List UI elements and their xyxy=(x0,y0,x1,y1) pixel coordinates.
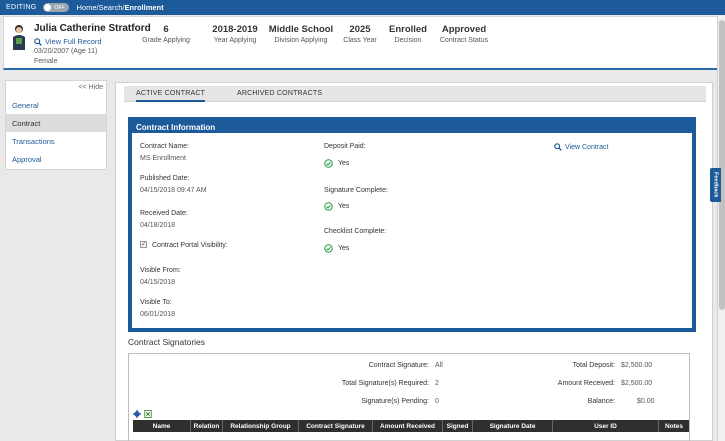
visible-to-label: Visible To: xyxy=(140,299,172,306)
tab-archived-contracts[interactable]: ARCHIVED CONTRACTS xyxy=(237,90,322,97)
stat-class-year: 2025 Class Year xyxy=(343,24,377,44)
view-full-record-label: View Full Record xyxy=(45,37,102,46)
column-header[interactable]: Signature Date xyxy=(473,420,553,432)
column-header[interactable]: Contract Signature xyxy=(299,420,373,432)
balance-value: $0.00 xyxy=(637,398,655,405)
contract-signatories-title: Contract Signatories xyxy=(128,337,206,347)
column-header[interactable]: Signed xyxy=(443,420,473,432)
tab-active-contract[interactable]: ACTIVE CONTRACT xyxy=(136,90,206,102)
hide-sidebar-button[interactable]: << Hide xyxy=(78,84,103,91)
checklist-complete-label: Checklist Complete: xyxy=(324,228,387,235)
contract-signature-label: Contract Signature: xyxy=(368,362,429,369)
search-icon xyxy=(34,37,42,46)
sidebar-item-approval[interactable]: Approval xyxy=(6,150,106,168)
stat-grade: 6 Grade Applying xyxy=(142,24,190,44)
view-contract-label: View Contract xyxy=(565,143,609,151)
portal-visibility-checkbox[interactable]: ✓ xyxy=(140,241,147,248)
deposit-paid-value: Yes xyxy=(338,160,350,167)
contract-signature-value: All xyxy=(435,362,443,369)
sidebar-item-general[interactable]: General xyxy=(6,96,106,114)
breadcrumb-home[interactable]: Home xyxy=(77,3,97,12)
column-header[interactable]: Name xyxy=(133,420,191,432)
breadcrumb-current: Enrollment xyxy=(124,3,164,12)
search-icon xyxy=(554,143,562,151)
breadcrumb: Home/Search/Enrollment xyxy=(76,3,164,12)
deposit-check-icon xyxy=(324,159,333,168)
feedback-tab[interactable]: Feedback xyxy=(710,168,721,202)
toggle-knob xyxy=(43,4,51,11)
top-bar: EDITING OFF Home/Search/Enrollment xyxy=(0,0,725,15)
amount-received-value: $2,500.00 xyxy=(621,380,653,387)
view-full-record-link[interactable]: View Full Record xyxy=(34,37,102,46)
total-signatures-required-value: 2 xyxy=(435,380,439,387)
column-header[interactable]: User ID xyxy=(553,420,659,432)
contract-information-header: Contract Information xyxy=(132,121,692,133)
published-date-label: Published Date: xyxy=(140,175,190,182)
checklist-complete-value: Yes xyxy=(338,245,350,252)
student-avatar xyxy=(13,25,25,50)
student-header: Julia Catherine Stratford View Full Reco… xyxy=(3,16,718,70)
view-contract-link[interactable]: View Contract xyxy=(554,143,608,151)
contract-information-panel: Contract Information Contract Name: MS E… xyxy=(128,117,696,332)
column-header[interactable]: Relation xyxy=(191,420,223,432)
contract-signatories-panel: Contract Signature: All Total Signature(… xyxy=(128,353,690,441)
sidebar-item-transactions[interactable]: Transactions xyxy=(6,132,106,150)
column-header[interactable]: Amount Received xyxy=(373,420,443,432)
stat-contract-status: Approved Contract Status xyxy=(439,24,489,44)
visible-from-value: 04/15/2018 xyxy=(140,279,176,286)
main-panel: ACTIVE CONTRACT ARCHIVED CONTRACTS Contr… xyxy=(115,82,713,441)
signatures-pending-label: Signature(s) Pending: xyxy=(361,398,429,405)
scrollbar-thumb[interactable] xyxy=(719,20,725,310)
balance-label: Balance: xyxy=(587,398,615,405)
editing-toggle[interactable]: OFF xyxy=(42,3,69,12)
contract-tabs: ACTIVE CONTRACT ARCHIVED CONTRACTS xyxy=(124,86,706,102)
gear-icon[interactable] xyxy=(133,410,141,418)
total-deposit-label: Total Deposit: xyxy=(572,362,615,369)
signatories-table-header: Name Relation Relationship Group Contrac… xyxy=(133,420,689,432)
signature-complete-value: Yes xyxy=(338,203,350,210)
breadcrumb-search[interactable]: Search xyxy=(99,3,123,12)
signatures-pending-value: 0 xyxy=(435,398,439,405)
contract-name-label: Contract Name: xyxy=(140,143,190,150)
published-date-value: 04/15/2018 09:47 AM xyxy=(140,187,207,194)
column-header[interactable]: Relationship Group xyxy=(223,420,299,432)
visible-to-value: 06/01/2018 xyxy=(140,311,176,318)
stat-division: Middle School Division Applying xyxy=(268,24,334,44)
signature-check-icon xyxy=(324,202,333,211)
amount-received-label: Amount Received: xyxy=(557,380,615,387)
toggle-label: OFF xyxy=(54,4,65,11)
contract-name-value: MS Enrollment xyxy=(140,155,186,162)
page-scrollbar[interactable] xyxy=(717,16,725,441)
portal-visibility-label: Contract Portal Visibility: xyxy=(152,242,228,249)
student-name: Julia Catherine Stratford xyxy=(34,23,151,34)
excel-export-icon[interactable] xyxy=(144,410,152,418)
signature-complete-label: Signature Complete: xyxy=(324,187,388,194)
student-dob: 03/20/2007 (Age 11) xyxy=(34,48,98,55)
sidebar-item-contract[interactable]: Contract xyxy=(6,114,106,132)
received-date-value: 04/18/2018 xyxy=(140,222,176,229)
visible-from-label: Visible From: xyxy=(140,267,181,274)
sidebar: << Hide General Contract Transactions Ap… xyxy=(5,80,107,170)
column-header[interactable]: Notes xyxy=(659,420,689,432)
editing-label: EDITING xyxy=(6,4,37,11)
deposit-paid-label: Deposit Paid: xyxy=(324,143,366,150)
stat-decision: Enrolled Decision xyxy=(388,24,427,44)
checklist-check-icon xyxy=(324,244,333,253)
received-date-label: Received Date: xyxy=(140,210,188,217)
student-gender: Female xyxy=(34,58,58,65)
stat-year: 2018-2019 Year Applying xyxy=(212,24,258,44)
total-deposit-value: $2,500.00 xyxy=(621,362,653,369)
total-signatures-required-label: Total Signature(s) Required: xyxy=(341,380,429,387)
